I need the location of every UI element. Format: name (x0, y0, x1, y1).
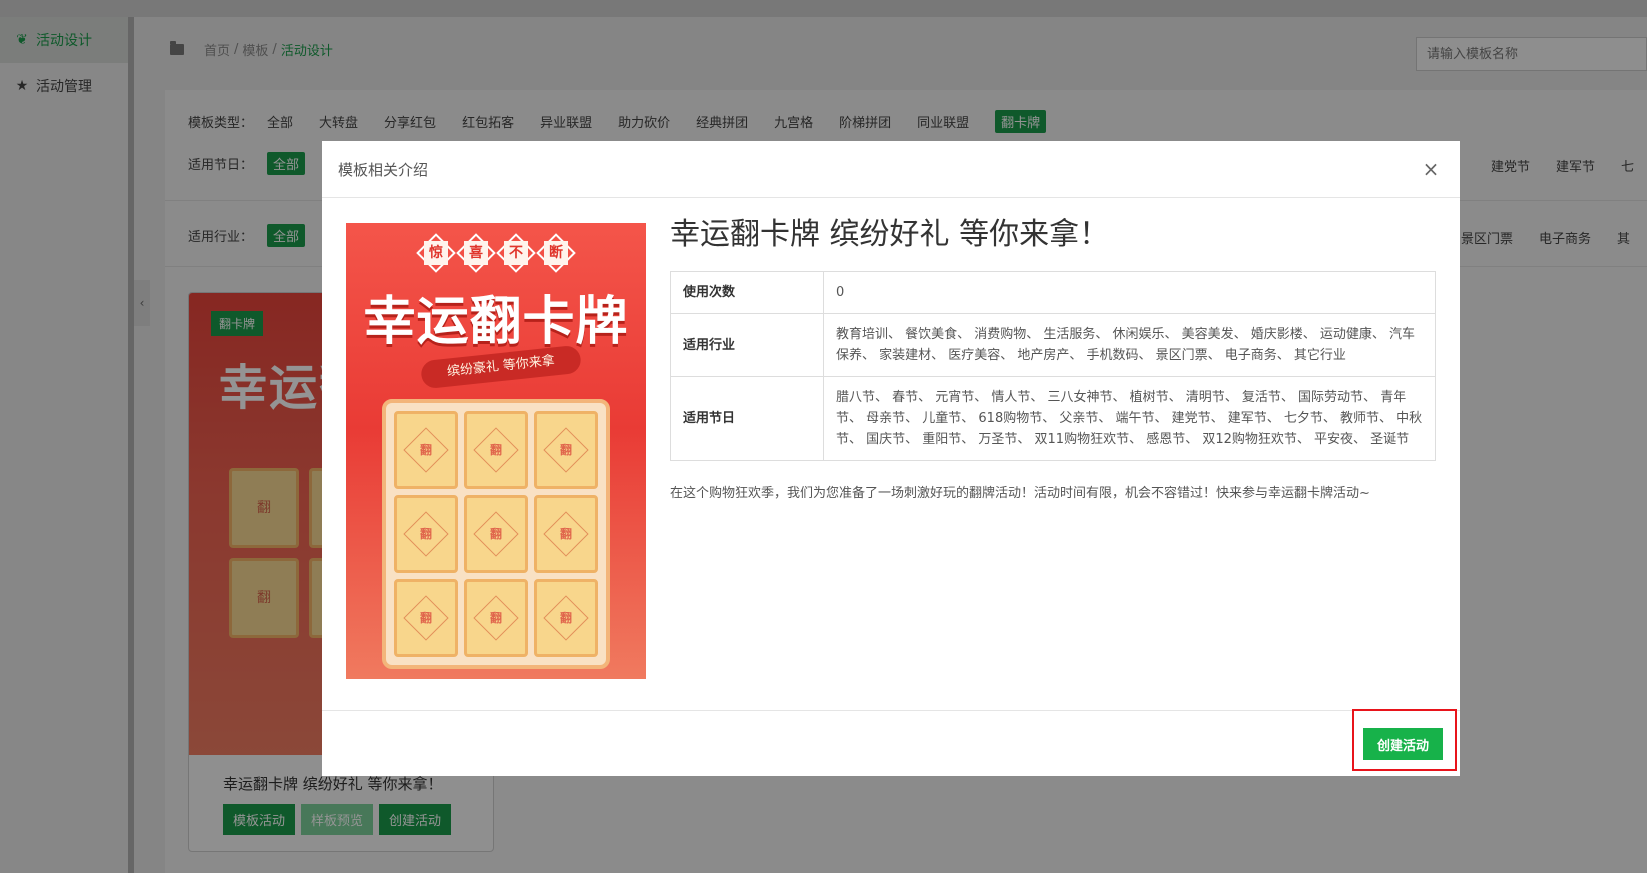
row-key: 使用次数 (670, 271, 824, 314)
modal-header: 模板相关介绍 × (322, 141, 1460, 198)
table-row: 适用节日 腊八节、 春节、 元宵节、 情人节、 三八女神节、 植树节、 清明节、… (670, 376, 1436, 461)
table-row: 适用行业 教育培训、 餐饮美食、 消费购物、 生活服务、 休闲娱乐、 美容美发、… (670, 313, 1436, 377)
row-value: 腊八节、 春节、 元宵节、 情人节、 三八女神节、 植树节、 清明节、 复活节、… (823, 376, 1436, 461)
close-icon[interactable]: × (1420, 158, 1442, 180)
poster-card-tile: 翻 (534, 579, 598, 657)
poster-card-tile: 翻 (534, 495, 598, 573)
row-value: 0 (823, 271, 1436, 314)
template-intro-modal: 模板相关介绍 × 惊 喜 不 断 幸运翻卡牌 缤纷豪礼 等你来拿 翻 翻 翻 翻… (322, 141, 1460, 776)
poster-card-tile: 翻 (394, 411, 458, 489)
row-key: 适用节日 (670, 376, 824, 461)
poster-card-tile: 翻 (534, 411, 598, 489)
poster-card-tile: 翻 (464, 411, 528, 489)
modal-footer-divider (322, 710, 1460, 711)
poster-tagline-char: 惊 (423, 241, 448, 265)
poster-tagline-char: 不 (504, 241, 529, 265)
template-heading: 幸运翻卡牌 缤纷好礼 等你来拿！ (670, 217, 1110, 252)
template-info: 幸运翻卡牌 缤纷好礼 等你来拿！ 使用次数 0 适用行业 教育培训、 餐饮美食、… (670, 215, 1436, 505)
template-poster-image: 惊 喜 不 断 幸运翻卡牌 缤纷豪礼 等你来拿 翻 翻 翻 翻 翻 翻 翻 翻 … (346, 223, 646, 679)
poster-tagline-char: 喜 (463, 241, 488, 265)
modal-title: 模板相关介绍 (338, 160, 429, 179)
poster-card-tile: 翻 (394, 579, 458, 657)
poster-card-tile: 翻 (394, 495, 458, 573)
poster-card-tile: 翻 (464, 579, 528, 657)
table-row: 使用次数 0 (670, 271, 1436, 314)
poster-tagline-char: 断 (544, 241, 569, 265)
poster-card-tile: 翻 (464, 495, 528, 573)
template-details-table: 使用次数 0 适用行业 教育培训、 餐饮美食、 消费购物、 生活服务、 休闲娱乐… (670, 271, 1436, 461)
create-activity-button[interactable]: 创建活动 (1363, 728, 1443, 760)
row-key: 适用行业 (670, 313, 824, 377)
poster-card-board: 翻 翻 翻 翻 翻 翻 翻 翻 翻 (382, 399, 610, 669)
row-value: 教育培训、 餐饮美食、 消费购物、 生活服务、 休闲娱乐、 美容美发、 婚庆影楼… (823, 313, 1436, 377)
template-description: 在这个购物狂欢季，我们为您准备了一场刺激好玩的翻牌活动！活动时间有限，机会不容错… (670, 486, 1370, 501)
poster-title: 幸运翻卡牌 (363, 292, 629, 352)
poster-tagline: 惊 喜 不 断 (346, 233, 646, 273)
